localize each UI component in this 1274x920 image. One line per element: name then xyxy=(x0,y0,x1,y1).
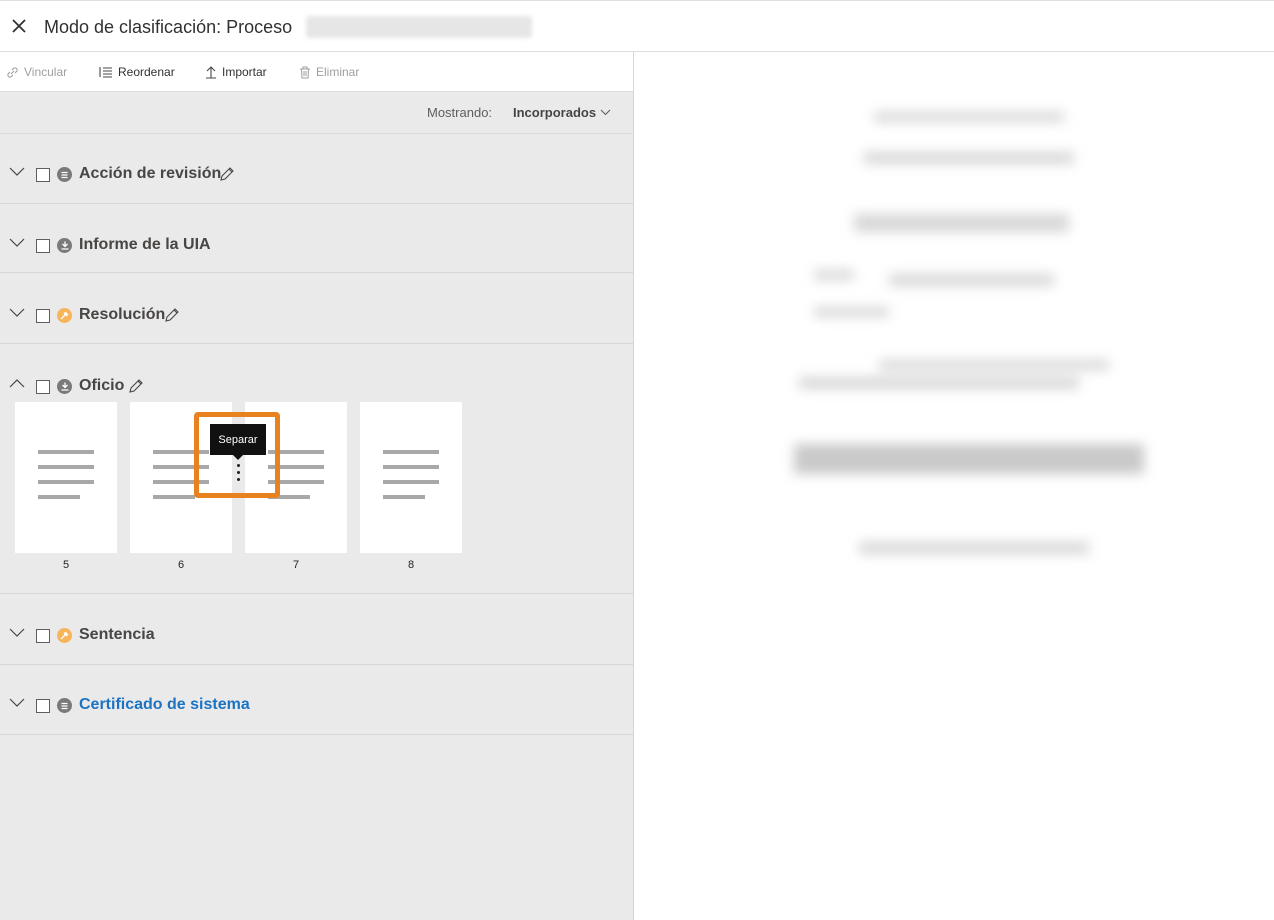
close-icon[interactable] xyxy=(9,16,29,36)
chevron-down-icon[interactable] xyxy=(9,164,25,180)
chevron-down-icon[interactable] xyxy=(9,625,25,641)
section-checkbox[interactable] xyxy=(36,239,50,253)
section-header: Resolución xyxy=(0,297,633,327)
split-more-icon[interactable] xyxy=(233,464,243,486)
upload-icon xyxy=(206,66,216,79)
page-number: 8 xyxy=(407,559,415,571)
section-title: Acción de revisión xyxy=(79,165,222,182)
section-certificado-de-sistema: Certificado de sistema xyxy=(0,665,633,735)
link-label: Vincular xyxy=(24,65,68,79)
section-checkbox[interactable] xyxy=(36,168,50,182)
document-icon xyxy=(57,167,72,182)
page-number: 6 xyxy=(177,559,185,571)
section-title-link[interactable]: Certificado de sistema xyxy=(79,696,250,714)
section-accion-de-revision: Acción de revisión xyxy=(0,134,633,204)
section-checkbox[interactable] xyxy=(36,699,50,713)
page-text-lines xyxy=(383,450,439,510)
pencil-icon[interactable] xyxy=(164,307,180,323)
gavel-icon xyxy=(57,628,72,643)
trash-icon xyxy=(300,66,310,78)
section-header: Certificado de sistema xyxy=(0,687,633,717)
download-icon xyxy=(57,238,72,253)
chevron-up-icon[interactable] xyxy=(9,376,25,392)
page-thumbnail[interactable] xyxy=(360,402,462,553)
chevron-down-icon xyxy=(600,109,611,116)
page-number: 5 xyxy=(62,559,70,571)
redacted-process-name xyxy=(306,16,532,38)
page-text-lines xyxy=(38,450,94,510)
reorder-list-icon xyxy=(99,66,112,78)
section-checkbox[interactable] xyxy=(36,380,50,394)
filter-label: Mostrando: xyxy=(427,105,493,120)
section-header: Sentencia xyxy=(0,617,633,647)
import-button[interactable]: Importar xyxy=(205,63,267,81)
section-title: Oficio xyxy=(79,377,125,394)
pencil-icon[interactable] xyxy=(219,166,235,182)
tooltip-arrow xyxy=(232,454,244,460)
document-icon xyxy=(57,698,72,713)
page-thumbnail[interactable] xyxy=(15,402,117,553)
section-checkbox[interactable] xyxy=(36,309,50,323)
toolbar: Vincular Reordenar Importar Eliminar xyxy=(0,52,633,92)
filter-dropdown[interactable]: Incorporados xyxy=(513,105,611,120)
download-icon xyxy=(57,379,72,394)
filter-value: Incorporados xyxy=(513,105,597,120)
import-label: Importar xyxy=(222,65,267,79)
document-preview xyxy=(634,52,1274,920)
section-checkbox[interactable] xyxy=(36,629,50,643)
section-title: Informe de la UIA xyxy=(79,236,211,253)
section-sentencia: Sentencia xyxy=(0,594,633,665)
link-icon xyxy=(7,66,18,78)
section-resolucion: Resolución xyxy=(0,273,633,344)
classification-panel: Vincular Reordenar Importar Eliminar Mos… xyxy=(0,52,633,920)
section-oficio: Oficio 5 6 7 8 xyxy=(0,344,633,594)
filter-row: Mostrando: Incorporados xyxy=(0,93,633,134)
chevron-down-icon[interactable] xyxy=(9,695,25,711)
reorder-label: Reordenar xyxy=(118,65,175,79)
split-tooltip: Separar xyxy=(210,424,266,455)
section-header: Acción de revisión xyxy=(0,156,633,186)
delete-button[interactable]: Eliminar xyxy=(299,63,359,81)
header-bar: Modo de clasificación: Proceso xyxy=(0,0,1274,52)
section-informe-de-la-uia: Informe de la UIA xyxy=(0,204,633,273)
delete-label: Eliminar xyxy=(316,65,360,79)
section-header: Oficio xyxy=(0,368,633,398)
gavel-icon xyxy=(57,308,72,323)
chevron-down-icon[interactable] xyxy=(9,235,25,251)
pencil-icon[interactable] xyxy=(128,378,144,394)
reorder-button[interactable]: Reordenar xyxy=(99,63,175,81)
link-button[interactable]: Vincular xyxy=(6,63,67,81)
blurred-document-image xyxy=(779,102,1169,572)
page-title: Modo de clasificación: Proceso xyxy=(44,17,293,37)
chevron-down-icon[interactable] xyxy=(9,305,25,321)
section-header: Informe de la UIA xyxy=(0,227,633,257)
page-number: 7 xyxy=(292,559,300,571)
section-title: Sentencia xyxy=(79,626,155,643)
section-title: Resolución xyxy=(79,306,166,323)
